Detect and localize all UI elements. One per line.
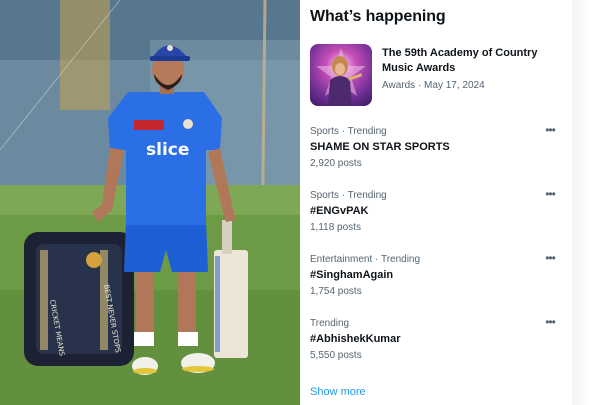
photo-illustration: CRICKET MEANS BEST NEVER STOPS slice	[0, 0, 300, 405]
trend-context: Sports · Trending	[310, 190, 387, 201]
panel-edge	[572, 0, 600, 405]
trend-name: #ENGvPAK	[310, 205, 369, 217]
trend-context: Trending	[310, 318, 350, 329]
trend-name: #SinghamAgain	[310, 269, 394, 281]
trend-post-count: 2,920 posts	[310, 158, 362, 169]
more-options-icon[interactable]: •••	[542, 188, 558, 200]
trend-name: SHAME ON STAR SPORTS	[310, 141, 450, 153]
award-image-icon	[316, 48, 366, 106]
featured-event[interactable]: The 59th Academy of Country Music Awards…	[310, 44, 560, 108]
more-options-icon[interactable]: •••	[542, 316, 558, 328]
trend-post-count: 5,550 posts	[310, 350, 362, 361]
jersey-sponsor-text: slice	[146, 140, 189, 160]
trend-context: Entertainment · Trending	[310, 254, 421, 265]
trend-item[interactable]: Sports · Trending ••• SHAME ON STAR SPOR…	[310, 124, 560, 182]
cricketer-photo: CRICKET MEANS BEST NEVER STOPS slice	[0, 0, 300, 405]
trend-post-count: 1,754 posts	[310, 286, 362, 297]
more-options-icon[interactable]: •••	[542, 124, 558, 136]
trend-post-count: 1,118 posts	[310, 222, 361, 233]
featured-event-thumbnail	[310, 44, 372, 106]
trend-item[interactable]: Sports · Trending ••• #ENGvPAK 1,118 pos…	[310, 188, 560, 246]
trend-item[interactable]: Trending ••• #AbhishekKumar 5,550 posts	[310, 316, 560, 374]
featured-event-meta: Awards · May 17, 2024	[382, 80, 485, 91]
panel-title: What’s happening	[310, 8, 446, 25]
featured-event-title: The 59th Academy of Country Music Awards	[382, 47, 538, 74]
trend-name: #AbhishekKumar	[310, 333, 401, 345]
trend-item[interactable]: Entertainment · Trending ••• #SinghamAga…	[310, 252, 560, 310]
whats-happening-panel: What’s happening The 59th Academy of Cou…	[300, 0, 572, 405]
show-more-link[interactable]: Show more	[310, 386, 366, 398]
more-options-icon[interactable]: •••	[542, 252, 558, 264]
trend-context: Sports · Trending	[310, 126, 387, 137]
